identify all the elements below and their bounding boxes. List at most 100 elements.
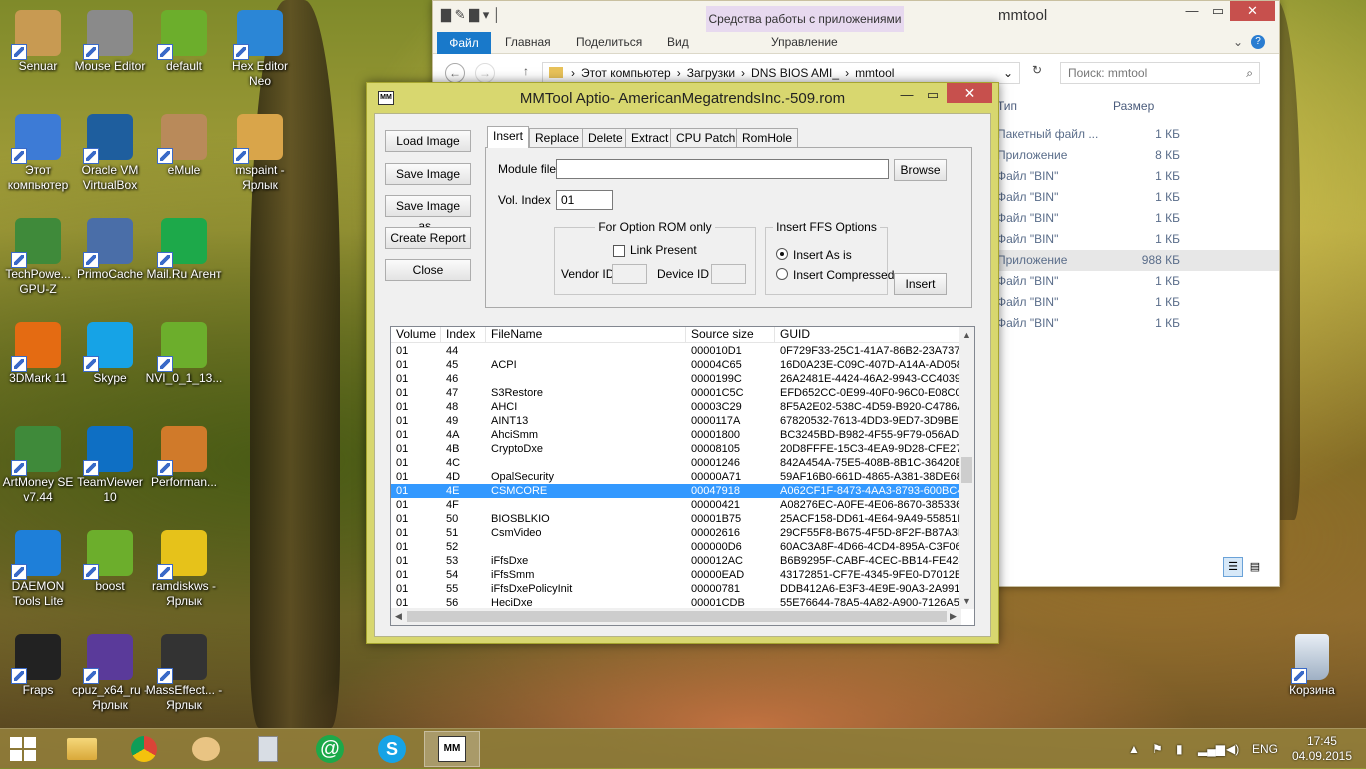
desktop-shortcut[interactable]: TeamViewer 10 — [70, 424, 150, 520]
table-row[interactable]: 01 55 iFfsDxePolicyInit 00000781 DDB412A6-E3… — [391, 582, 961, 596]
table-row[interactable]: 01 4D OpalSecurity 00000A71 59AF16B0-661D-48… — [391, 470, 961, 484]
breadcrumb-item[interactable]: Этот компьютер — [581, 66, 671, 80]
desktop-shortcut[interactable]: Performan... — [144, 424, 224, 520]
table-row[interactable]: 01 4C 00001246 842A454A-75E5-408B-8B1C-3642… — [391, 456, 961, 470]
breadcrumb-separator-icon[interactable]: › — [845, 66, 849, 80]
table-row[interactable]: 01 4B CryptoDxe 00008105 20D8FFFE-15C3-4EA9-… — [391, 442, 961, 456]
device-id-input[interactable] — [711, 264, 746, 284]
table-row[interactable]: 01 52 000000D6 60AC3A8F-4D66-4CD4-895A-C3F0… — [391, 540, 961, 554]
breadcrumb-separator-icon[interactable]: › — [677, 66, 681, 80]
table-row[interactable]: 01 54 iFfsSmm 00000EAD 43172851-CF7E-4345-9F… — [391, 568, 961, 582]
scroll-right-icon[interactable]: ▶ — [946, 608, 961, 625]
table-row[interactable]: 01 4F 00000421 A08276EC-A0FE-4E06-8670-3853… — [391, 498, 961, 512]
save-image-button[interactable]: Save Image — [385, 163, 471, 185]
explorer-titlebar[interactable]: ▇ ✎ ▇ ▾ │ Средства работы с приложениями… — [433, 1, 1279, 32]
table-row[interactable]: 01 47 S3Restore 00001C5C EFD652CC-0E99-40F0-… — [391, 386, 961, 400]
taskbar-paint[interactable] — [178, 731, 234, 767]
module-list[interactable]: Volume Index FileName Source size GUID 0… — [390, 326, 975, 626]
chevron-down-icon[interactable]: ⌄ — [1003, 63, 1013, 83]
maximize-button[interactable]: ▭ — [1204, 1, 1232, 21]
browse-button[interactable]: Browse — [894, 159, 947, 181]
link-present-checkbox[interactable] — [613, 245, 625, 257]
table-row[interactable]: 01 46 0000199C 26A2481E-4424-46A2-9943-CC40… — [391, 372, 961, 386]
refresh-button[interactable]: ↻ — [1026, 63, 1048, 83]
table-row[interactable]: 01 44 000010D1 0F729F33-25C1-41A7-86B2-23A7… — [391, 344, 961, 358]
close-button[interactable]: ✕ — [1230, 1, 1275, 21]
table-row[interactable]: 01 53 iFfsDxe 000012AC B6B9295F-CABF-4CEC-BB… — [391, 554, 961, 568]
save-image-as-button[interactable]: Save Image as.. — [385, 195, 471, 233]
minimize-button[interactable]: — — [894, 85, 920, 105]
tab-share[interactable]: Поделиться — [576, 35, 642, 49]
desktop-shortcut[interactable]: eMule — [144, 112, 224, 208]
scroll-thumb[interactable] — [961, 457, 972, 483]
scroll-down-icon[interactable]: ▼ — [959, 593, 974, 609]
desktop-shortcut[interactable]: DAEMON Tools Lite — [0, 528, 78, 624]
ribbon-expand-icon[interactable]: ⌄ — [1233, 35, 1243, 49]
desktop-shortcut[interactable]: 3DMark 11 — [0, 320, 78, 416]
tab-extract[interactable]: Extract — [625, 128, 675, 148]
table-row[interactable]: 01 48 AHCI 00003C29 8F5A2E02-538C-4D59-B920-… — [391, 400, 961, 414]
close-image-button[interactable]: Close — [385, 259, 471, 281]
insert-compressed-radio[interactable] — [776, 268, 788, 280]
network-icon[interactable]: ▂▄▆ — [1198, 729, 1225, 769]
back-button[interactable]: ← — [445, 63, 465, 83]
module-file-input[interactable] — [556, 159, 889, 179]
tab-replace[interactable]: Replace — [529, 128, 586, 148]
tab-view[interactable]: Вид — [667, 35, 689, 49]
tab-delete[interactable]: Delete — [582, 128, 629, 148]
desktop-shortcut[interactable]: Этот компьютер — [0, 112, 78, 208]
taskbar-chrome[interactable] — [116, 731, 172, 767]
desktop-shortcut[interactable]: default — [144, 8, 224, 104]
insert-as-is-radio[interactable] — [776, 248, 788, 260]
desktop-shortcut[interactable]: Skype — [70, 320, 150, 416]
breadcrumb-item[interactable]: Загрузки — [687, 66, 735, 80]
taskbar-skype[interactable]: S — [364, 731, 420, 767]
insert-button[interactable]: Insert — [894, 273, 947, 295]
column-type[interactable]: Тип — [997, 99, 1017, 113]
column-size[interactable]: Размер — [1113, 99, 1154, 113]
maximize-button[interactable]: ▭ — [920, 85, 946, 105]
column-volume[interactable]: Volume — [391, 327, 441, 343]
breadcrumb-item[interactable]: DNS BIOS AMI_ — [751, 66, 839, 80]
desktop-shortcut[interactable]: MassEffect... - Ярлык — [144, 632, 224, 728]
tiles-view-icon[interactable]: ▤ — [1245, 557, 1265, 577]
scroll-up-icon[interactable]: ▲ — [959, 327, 974, 343]
desktop-shortcut[interactable]: TechPowe... GPU-Z — [0, 216, 78, 312]
desktop-shortcut[interactable]: Oracle VM VirtualBox — [70, 112, 150, 208]
details-view-icon[interactable]: ☰ — [1223, 557, 1243, 577]
table-row[interactable]: 01 50 BIOSBLKIO 00001B75 25ACF158-DD61-4E64-… — [391, 512, 961, 526]
tab-file[interactable]: Файл — [437, 32, 491, 54]
mmtool-window[interactable]: MM MMTool Aptio- AmericanMegatrendsInc.-… — [366, 82, 999, 644]
desktop-shortcut[interactable]: Senuar — [0, 8, 78, 104]
table-row[interactable]: 01 51 CsmVideo 00002616 29CF55F8-B675-4F5D-8… — [391, 526, 961, 540]
taskbar-calculator[interactable] — [240, 731, 296, 767]
recycle-bin-icon[interactable]: Корзина — [1272, 632, 1352, 728]
table-row[interactable]: 01 4E CSMCORE 00047918 A062CF1F-8473-4AA3-87… — [391, 484, 961, 498]
breadcrumb-separator-icon[interactable]: › — [741, 66, 745, 80]
context-tab-app-tools[interactable]: Средства работы с приложениями — [706, 6, 904, 32]
taskbar-mmtool[interactable]: MM — [424, 731, 480, 767]
desktop-shortcut[interactable]: Mail.Ru Агент — [144, 216, 224, 312]
vertical-scrollbar[interactable]: ▲ ▼ — [959, 327, 974, 609]
search-input[interactable]: Поиск: mmtool ⌕ — [1060, 62, 1260, 84]
flag-icon[interactable]: ⚑ — [1152, 729, 1163, 769]
table-row[interactable]: 01 49 AINT13 0000117A 67820532-7613-4DD3-9ED… — [391, 414, 961, 428]
taskbar-file-explorer[interactable] — [54, 731, 110, 767]
desktop-shortcut[interactable]: Fraps — [0, 632, 78, 728]
desktop-shortcut[interactable]: Hex Editor Neo — [220, 8, 300, 104]
desktop-shortcut[interactable]: ArtMoney SE v7.44 — [0, 424, 78, 520]
tab-romhole[interactable]: RomHole — [736, 128, 799, 148]
horizontal-scrollbar[interactable]: ◀ ▶ — [391, 608, 961, 625]
volume-icon[interactable]: ◀) — [1226, 729, 1239, 769]
tab-insert[interactable]: Insert — [487, 126, 530, 148]
desktop-shortcut[interactable]: Mouse Editor — [70, 8, 150, 104]
create-report-button[interactable]: Create Report — [385, 227, 471, 249]
tab-home[interactable]: Главная — [505, 35, 551, 49]
language-indicator[interactable]: ENG — [1252, 729, 1278, 769]
breadcrumb-separator-icon[interactable]: › — [571, 66, 575, 80]
desktop-shortcut[interactable]: mspaint - Ярлык — [220, 112, 300, 208]
show-hidden-icons[interactable]: ▲ — [1128, 729, 1140, 769]
desktop-shortcut[interactable]: boost — [70, 528, 150, 624]
start-button[interactable] — [10, 737, 38, 761]
table-row[interactable]: 01 45 ACPI 00004C65 16D0A23E-C09C-407D-A14A-… — [391, 358, 961, 372]
